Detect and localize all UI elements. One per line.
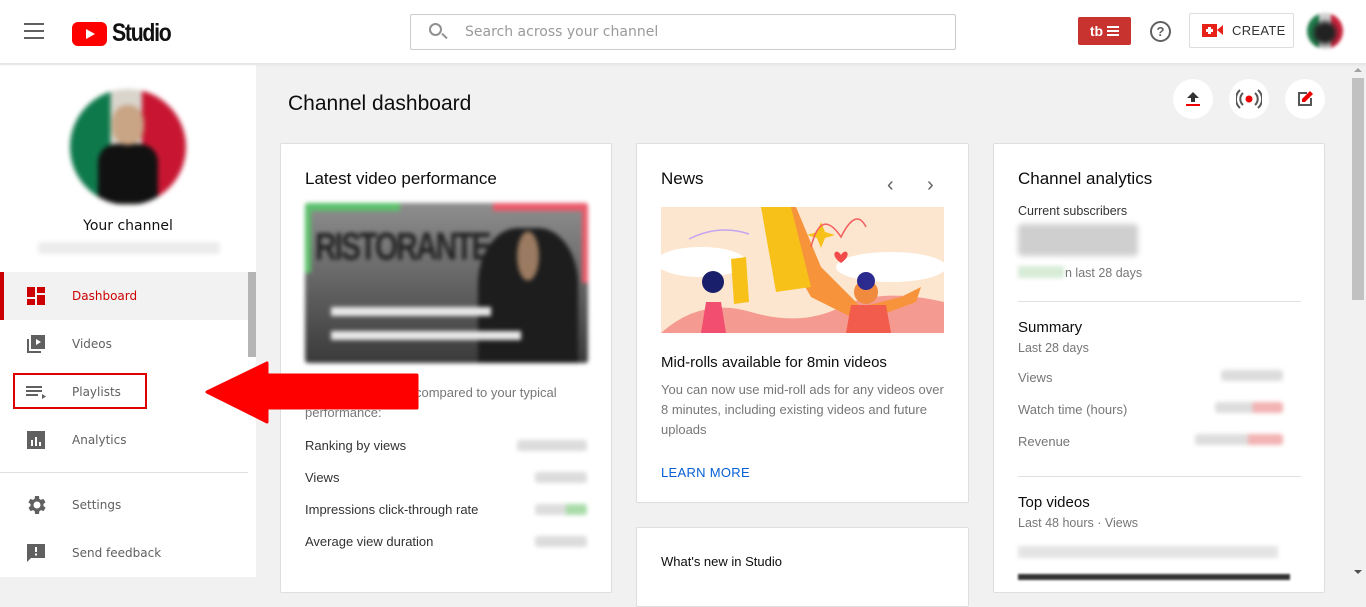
summary-period: Last 28 days (1018, 341, 1089, 355)
upload-button[interactable] (1173, 79, 1213, 119)
summary-row: Watch time (hours) (1018, 402, 1283, 417)
summary-row: Revenue (1018, 434, 1283, 449)
news-title: News (661, 169, 704, 188)
tubebuddy-button[interactable]: tb (1078, 17, 1131, 45)
sidebar-item-label: Videos (72, 337, 112, 351)
dashboard-icon (24, 284, 48, 308)
help-icon[interactable]: ? (1150, 21, 1171, 42)
sidebar-item-settings[interactable]: Settings (0, 481, 248, 529)
account-avatar[interactable] (1307, 13, 1343, 49)
video-thumbnail[interactable]: RISTORANTE (305, 203, 588, 363)
channel-avatar[interactable] (70, 89, 186, 205)
create-post-button[interactable] (1285, 79, 1325, 119)
app-name: Studio (112, 19, 172, 47)
tubebuddy-label: tb (1089, 23, 1104, 39)
metric-value-blurred (535, 536, 587, 547)
chevron-left-icon[interactable]: ‹ (887, 174, 894, 197)
sidebar: Your channel Dashboard Videos Playlists … (0, 65, 256, 577)
metric-row: Average view duration (305, 534, 587, 549)
summary-label: Watch time (hours) (1018, 402, 1128, 417)
summary-row: Views (1018, 370, 1283, 385)
whats-new-card: What's new in Studio (636, 527, 969, 607)
summary-value-blurred (1195, 434, 1283, 445)
metric-row: Impressions click-through rate (305, 502, 587, 517)
metric-label: Views (305, 470, 340, 485)
chevron-right-icon[interactable]: › (927, 174, 934, 197)
create-label: CREATE (1232, 23, 1286, 38)
metric-value-blurred (517, 440, 587, 451)
sidebar-item-send-feedback[interactable]: Send feedback (0, 529, 248, 577)
scroll-up-icon[interactable] (1354, 68, 1362, 72)
summary-value-blurred (1215, 402, 1283, 413)
metric-value-blurred (535, 504, 587, 515)
gear-icon (24, 493, 48, 517)
top-videos-period: Last 48 hours · Views (1018, 516, 1138, 530)
live-broadcast-icon (1236, 89, 1262, 109)
search-icon[interactable] (425, 15, 465, 49)
sidebar-item-label: Analytics (72, 433, 127, 447)
metric-label: Average view duration (305, 534, 434, 549)
top-video-row-blurred[interactable] (1018, 546, 1278, 558)
top-videos-title: Top videos (1018, 494, 1090, 511)
metric-row: Views (305, 470, 587, 485)
sidebar-item-label: Settings (72, 498, 122, 512)
scrollbar-thumb[interactable] (1352, 78, 1364, 300)
sidebar-scrollbar[interactable] (248, 272, 256, 357)
video-camera-icon (1202, 24, 1224, 37)
news-illustration (661, 207, 944, 333)
learn-more-link[interactable]: LEARN MORE (661, 465, 750, 480)
youtube-logo-icon (72, 21, 107, 46)
channel-name-blurred (38, 242, 220, 254)
latest-video-title: Latest video performance (305, 169, 497, 188)
sidebar-item-label: Send feedback (72, 546, 162, 560)
sidebar-item-dashboard[interactable]: Dashboard (0, 272, 248, 320)
channel-analytics-card: Channel analytics Current subscribers n … (993, 143, 1325, 593)
playlists-highlight-annotation (13, 373, 147, 409)
divider (1018, 476, 1301, 477)
metric-value-blurred (535, 472, 587, 483)
current-subscribers-label: Current subscribers (1018, 204, 1128, 218)
studio-logo[interactable]: Studio (72, 19, 181, 48)
search-input[interactable] (465, 24, 925, 40)
divider (1018, 301, 1301, 302)
main-scrollbar[interactable] (1350, 65, 1366, 577)
feedback-icon (24, 541, 48, 565)
metric-row: Ranking by views (305, 438, 587, 453)
top-video-row-blurred[interactable] (1018, 574, 1290, 580)
subscriber-change-blurred (1018, 266, 1064, 278)
summary-value-blurred (1221, 370, 1283, 381)
metric-label: Ranking by views (305, 438, 407, 453)
metric-label: Impressions click-through rate (305, 502, 479, 517)
channel-analytics-title: Channel analytics (1018, 169, 1153, 188)
news-card: News ‹ › Mid-rolls available for 8min vi… (636, 143, 969, 503)
summary-label: Revenue (1018, 434, 1071, 449)
summary-label: Views (1018, 370, 1053, 385)
sidebar-divider (0, 472, 248, 473)
whats-new-title: What's new in Studio (661, 554, 782, 569)
top-bar: Studio tb ? CREATE (0, 0, 1366, 64)
go-live-button[interactable] (1229, 79, 1269, 119)
summary-title: Summary (1018, 319, 1083, 336)
news-body: You can now use mid-roll ads for any vid… (661, 382, 944, 437)
your-channel-label: Your channel (83, 218, 173, 234)
menu-icon[interactable] (24, 23, 46, 41)
subscriber-period: n last 28 days (1065, 266, 1143, 280)
create-button[interactable]: CREATE (1189, 13, 1294, 48)
news-headline: Mid-rolls available for 8min videos (661, 354, 887, 371)
scroll-down-icon[interactable] (1354, 570, 1362, 574)
sidebar-item-label: Dashboard (72, 289, 138, 303)
edit-icon (1298, 91, 1313, 106)
videos-icon (24, 332, 48, 356)
red-arrow-annotation (205, 361, 419, 424)
search-bar[interactable] (410, 14, 956, 50)
page-title: Channel dashboard (288, 92, 472, 115)
upload-icon (1186, 92, 1200, 106)
analytics-icon (24, 428, 48, 452)
subscriber-count-blurred (1018, 224, 1138, 256)
tubebuddy-menu-icon (1107, 24, 1120, 38)
